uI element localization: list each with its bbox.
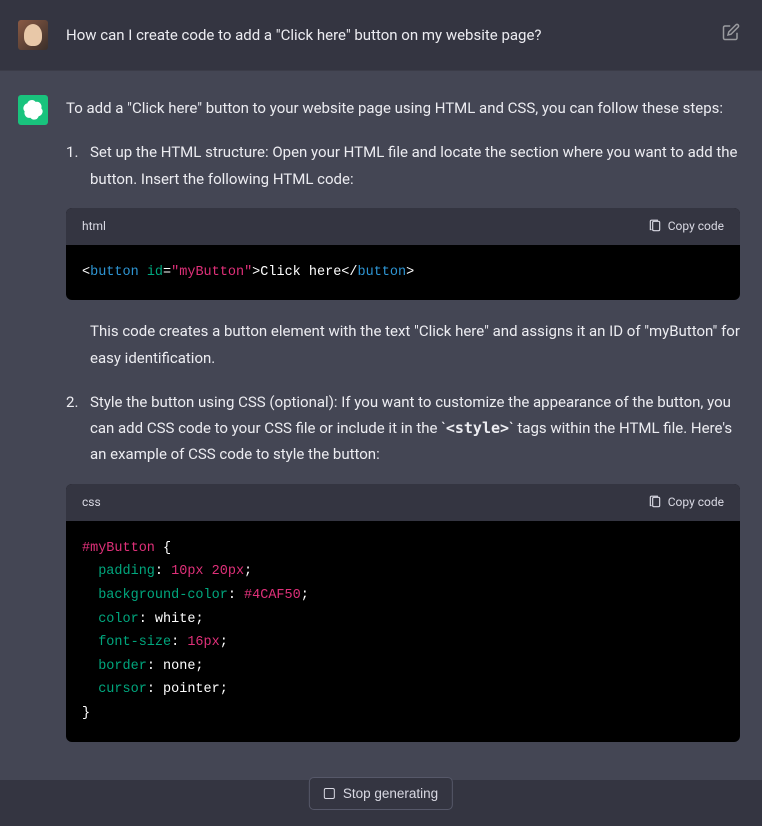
code-lang-label: html [82,216,106,237]
step1-text: Set up the HTML structure: Open your HTM… [90,143,738,187]
copy-label: Copy code [668,492,724,513]
stop-label: Stop generating [343,786,438,801]
clipboard-icon [648,495,662,509]
code-header: html Copy code [66,208,740,245]
clipboard-icon [648,219,662,233]
edit-icon[interactable] [722,20,740,45]
copy-label: Copy code [668,216,724,237]
user-avatar [18,20,48,50]
assistant-content: To add a "Click here" button to your web… [66,95,740,760]
copy-code-button[interactable]: Copy code [648,216,724,237]
copy-code-button[interactable]: Copy code [648,492,724,513]
assistant-intro-text: To add a "Click here" button to your web… [66,95,740,121]
user-message-row: How can I create code to add a "Click he… [0,0,762,71]
user-question-text: How can I create code to add a "Click he… [66,20,704,47]
stop-generating-button[interactable]: Stop generating [309,777,453,810]
stop-icon [324,788,335,799]
step-2: Style the button using CSS (optional): I… [66,389,740,742]
code-lang-label: css [82,492,101,513]
code-block-css: css Copy code #myButton { padding: 10px … [66,484,740,742]
code-body-html: <button id="myButton">Click here</button… [66,245,740,301]
code-body-css: #myButton { padding: 10px 20px; backgrou… [66,521,740,742]
code-block-html: html Copy code <button id="myButton">Cli… [66,208,740,301]
assistant-avatar [18,95,48,125]
code-header: css Copy code [66,484,740,521]
step-1: Set up the HTML structure: Open your HTM… [66,139,740,371]
inline-code-style: <style> [446,419,509,437]
assistant-message-row: To add a "Click here" button to your web… [0,71,762,780]
after-code1-text: This code creates a button element with … [90,318,740,371]
